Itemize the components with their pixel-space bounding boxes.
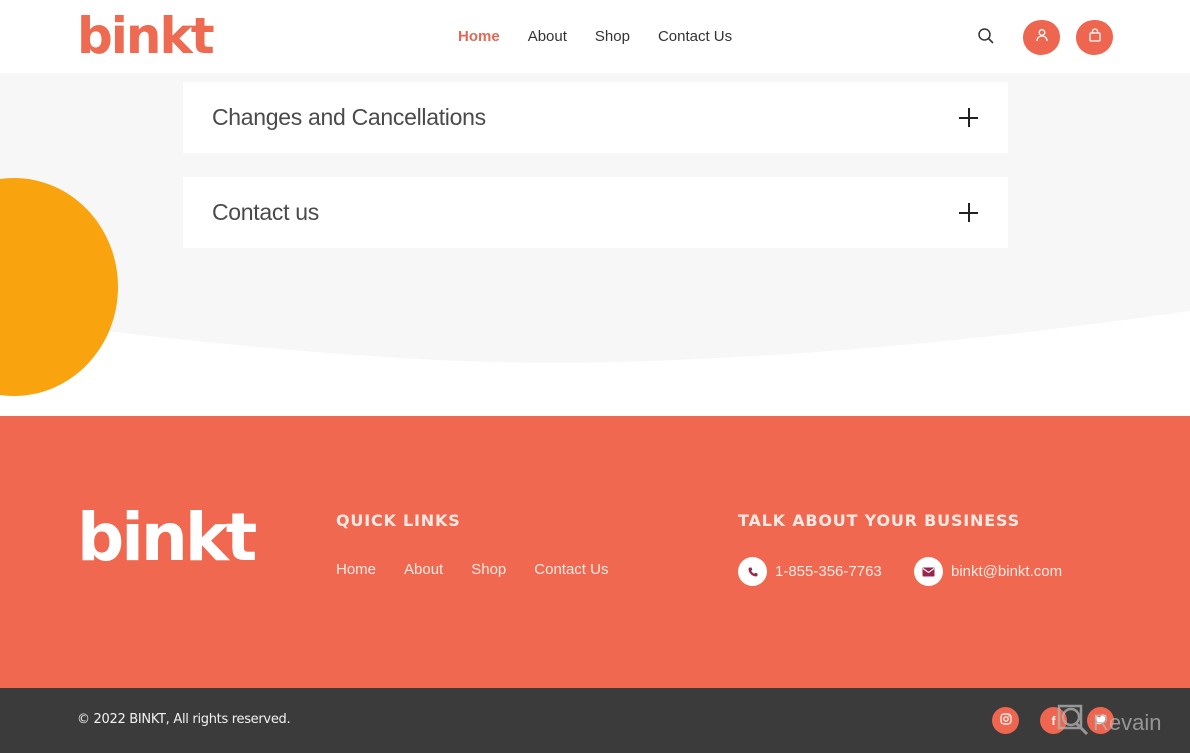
faq-section: Changes and Cancellations Contact us — [0, 73, 1190, 416]
nav-shop[interactable]: Shop — [595, 27, 630, 47]
email-address: binkt@binkt.com — [951, 563, 1063, 580]
instagram-icon — [999, 713, 1012, 728]
faq-item-contact-us[interactable]: Contact us — [183, 177, 1008, 248]
instagram-link[interactable] — [992, 707, 1019, 734]
plus-icon[interactable] — [959, 107, 979, 128]
faq-item-title: Changes and Cancellations — [212, 104, 486, 130]
nav-home[interactable]: Home — [458, 27, 500, 47]
copyright-bar: © 2022 BINKT, All rights reserved. f Rev… — [0, 688, 1190, 753]
business-title: TALK ABOUT YOUR BUSINESS — [738, 511, 1020, 530]
magnifier-icon — [1057, 704, 1091, 742]
search-icon[interactable] — [977, 27, 995, 45]
phone-number: 1-855-356-7763 — [775, 563, 882, 580]
faq-item-changes-cancellations[interactable]: Changes and Cancellations — [183, 82, 1008, 153]
footer-link-contact-us[interactable]: Contact Us — [534, 561, 608, 578]
revain-watermark: Revain — [1055, 704, 1161, 742]
cart-button[interactable] — [1076, 20, 1113, 55]
plus-icon[interactable] — [959, 202, 979, 223]
nav-contact-us[interactable]: Contact Us — [658, 27, 732, 47]
main-nav: Home About Shop Contact Us — [458, 27, 760, 47]
site-header: binkt Home About Shop Contact Us — [0, 0, 1190, 73]
brand-logo[interactable]: binkt — [77, 6, 215, 66]
phone-icon — [738, 557, 767, 586]
footer-link-about[interactable]: About — [404, 561, 443, 578]
faq-item-title: Contact us — [212, 199, 319, 225]
nav-about[interactable]: About — [528, 27, 567, 47]
mail-icon — [914, 557, 943, 586]
account-button[interactable] — [1023, 20, 1060, 55]
quick-links-title: QUICK LINKS — [336, 511, 461, 530]
watermark-text: Revain — [1093, 710, 1162, 735]
site-footer: binkt QUICK LINKS Home About Shop Contac… — [0, 416, 1190, 688]
footer-logo[interactable]: binkt — [77, 502, 257, 574]
phone-contact[interactable]: 1-855-356-7763 — [738, 557, 882, 586]
quick-links: Home About Shop Contact Us — [336, 561, 636, 578]
copyright-text: © 2022 BINKT, All rights reserved. — [77, 712, 291, 727]
footer-link-home[interactable]: Home — [336, 561, 376, 578]
email-contact[interactable]: binkt@binkt.com — [914, 557, 1062, 586]
user-icon — [1035, 28, 1049, 47]
shopping-bag-icon — [1088, 28, 1102, 47]
footer-link-shop[interactable]: Shop — [471, 561, 506, 578]
